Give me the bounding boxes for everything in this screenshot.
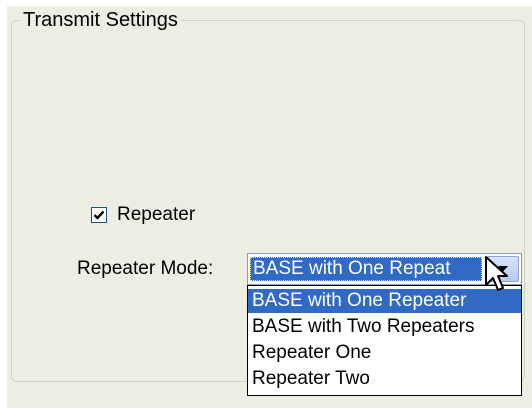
repeater-checkbox-label[interactable]: Repeater xyxy=(117,204,195,226)
combobox-selected-value[interactable]: BASE with One Repeat xyxy=(250,257,482,281)
mouse-pointer-icon xyxy=(485,256,508,291)
repeater-mode-dropdown-list: BASE with One Repeater BASE with Two Rep… xyxy=(247,285,522,396)
groupbox-title: Transmit Settings xyxy=(20,8,181,32)
dropdown-option[interactable]: Repeater One xyxy=(248,341,521,365)
repeater-mode-label: Repeater Mode: xyxy=(77,258,214,279)
repeater-mode-combobox[interactable]: BASE with One Repeat xyxy=(247,253,522,285)
dropdown-option[interactable]: Repeater Two xyxy=(248,367,521,391)
repeater-checkbox[interactable] xyxy=(91,207,107,223)
dropdown-option[interactable]: BASE with One Repeater xyxy=(248,289,521,313)
checkmark-icon xyxy=(93,210,105,220)
repeater-checkbox-row[interactable]: Repeater xyxy=(91,203,195,227)
dropdown-option[interactable]: BASE with Two Repeaters xyxy=(248,315,521,339)
top-edge xyxy=(0,0,532,6)
settings-panel: Transmit Settings Repeater Repeater Mode… xyxy=(0,0,532,408)
left-edge xyxy=(0,0,7,408)
